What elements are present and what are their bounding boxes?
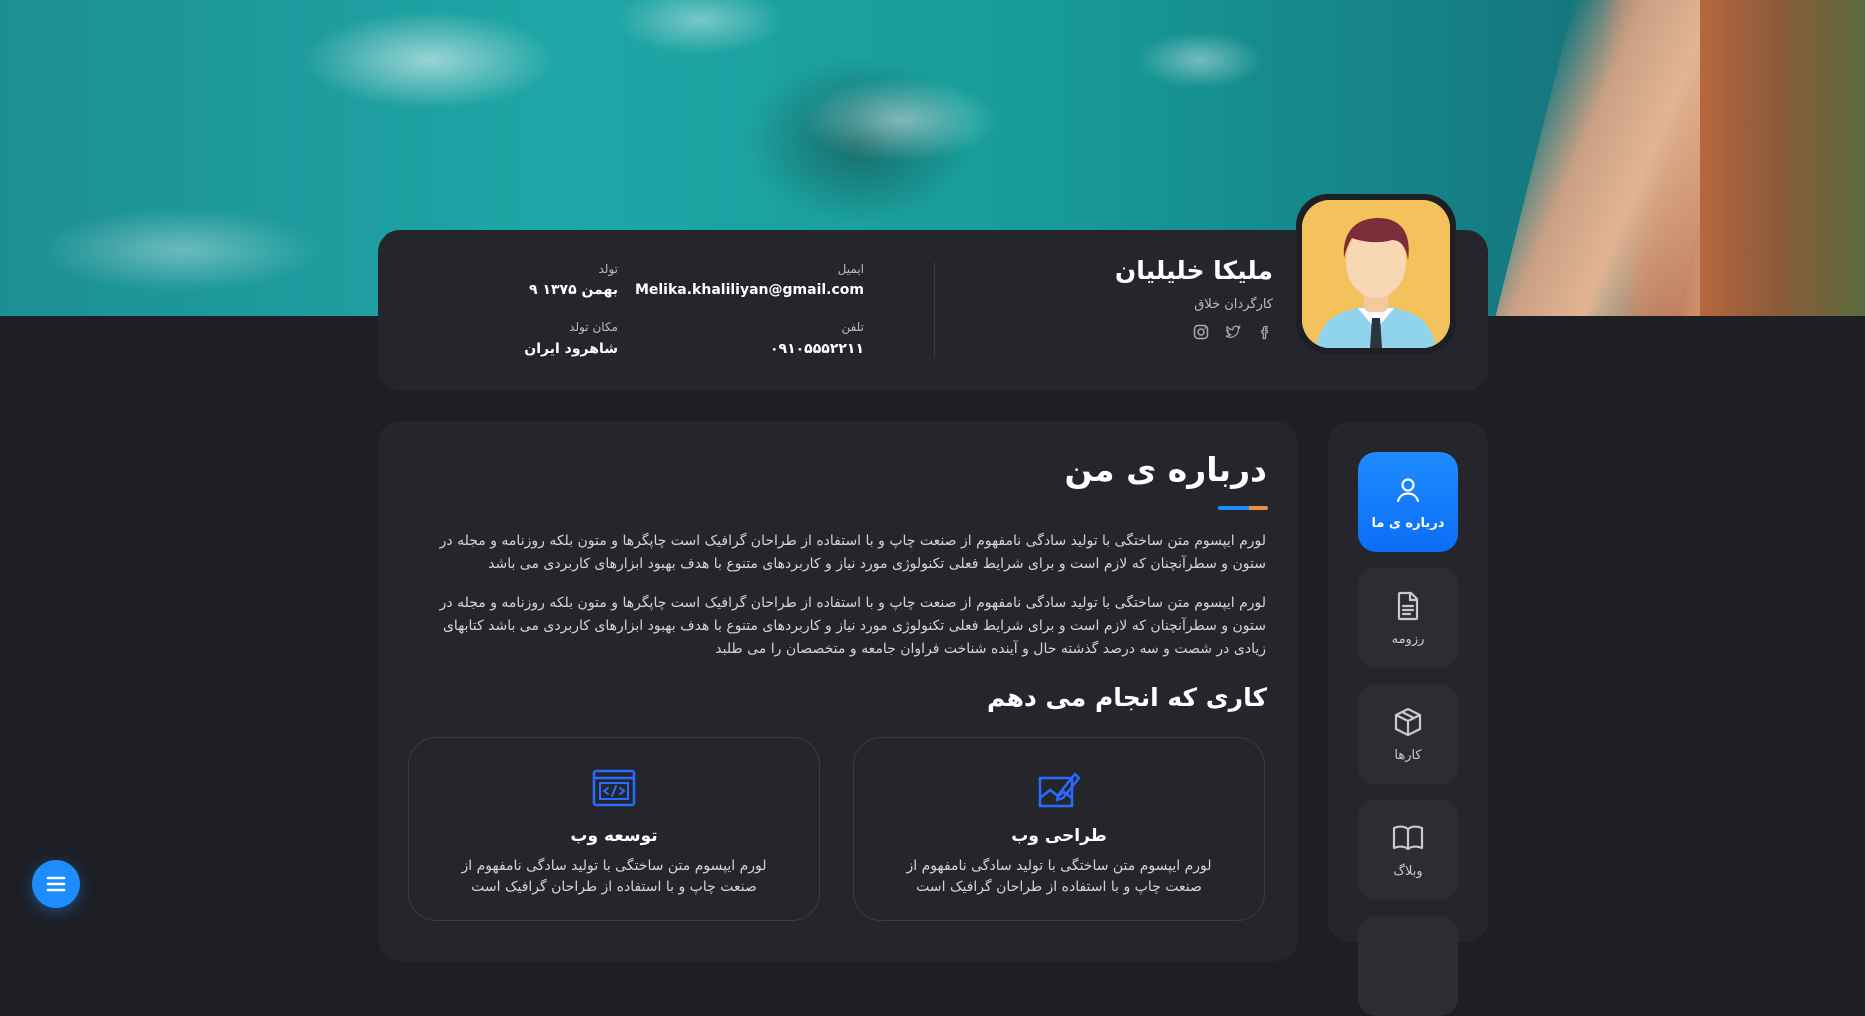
avatar-illustration: [1302, 200, 1450, 348]
profile-name: ملیکا خلیلیان: [1114, 256, 1273, 285]
phone-label: تلفن: [841, 320, 864, 334]
document-icon: [1397, 591, 1419, 620]
about-title: درباره ی من: [1064, 450, 1267, 489]
avatar: [1296, 194, 1456, 354]
nav-item-works[interactable]: کارها: [1358, 684, 1458, 784]
nav-item-more[interactable]: [1358, 916, 1458, 1016]
code-window-icon: [592, 768, 636, 812]
facebook-icon[interactable]: [1257, 324, 1273, 340]
nav-label-works: کارها: [1394, 747, 1422, 763]
profile-role: کارگردان خلاق: [1194, 297, 1273, 312]
cover-cliff: [1700, 0, 1865, 316]
service-card-web-dev: توسعه وب لورم ایپسوم متن ساختگی با تولید…: [408, 737, 820, 921]
nav-label-about: درباره ی ما: [1371, 515, 1445, 531]
birthplace-label: مکان تولد: [569, 320, 618, 334]
user-icon: [1396, 477, 1420, 502]
nav-item-resume[interactable]: رزومه: [1358, 568, 1458, 668]
service-title-web-design: طراحی وب: [1011, 826, 1107, 846]
box-icon: [1394, 707, 1422, 736]
phone-value: ۰۹۱۰۵۵۵۲۲۱۱: [770, 341, 864, 357]
service-desc-web-design: لورم ایپسوم متن ساختگی با تولید سادگی نا…: [906, 858, 1212, 895]
email-value: Melika.khaliliyan@gmail.com: [634, 282, 864, 298]
nav-item-about[interactable]: درباره ی ما: [1358, 452, 1458, 552]
service-title-web-dev: توسعه وب: [570, 826, 658, 846]
birth-value: ۹ بهمن ۱۳۷۵: [529, 282, 618, 298]
nav-item-blog[interactable]: وبلاگ: [1358, 800, 1458, 900]
hamburger-icon: [46, 876, 66, 892]
about-paragraph-1: لورم ایپسوم متن ساختگی با تولید سادگی نا…: [439, 533, 1266, 572]
service-desc-web-dev: لورم ایپسوم متن ساختگی با تولید سادگی نا…: [461, 858, 767, 895]
social-links: [1193, 324, 1273, 340]
book-icon: [1392, 825, 1424, 850]
design-icon: [1037, 768, 1081, 816]
nav-label-resume: رزومه: [1391, 631, 1425, 647]
nav-label-blog: وبلاگ: [1393, 863, 1423, 879]
service-card-web-design: طراحی وب لورم ایپسوم متن ساختگی با تولید…: [853, 737, 1265, 921]
services-title: کاری که انجام می دهم: [987, 683, 1267, 712]
twitter-icon[interactable]: [1225, 324, 1241, 340]
profile-divider: [934, 262, 935, 358]
about-paragraph-2: لورم ایپسوم متن ساختگی با تولید سادگی نا…: [439, 595, 1266, 657]
instagram-icon[interactable]: [1193, 324, 1209, 340]
title-underline: [1218, 506, 1268, 510]
birth-label: تولد: [598, 262, 619, 276]
birthplace-value: شاهرود ایران: [524, 341, 618, 357]
email-label: ایمیل: [837, 262, 864, 276]
menu-button[interactable]: [32, 860, 80, 908]
